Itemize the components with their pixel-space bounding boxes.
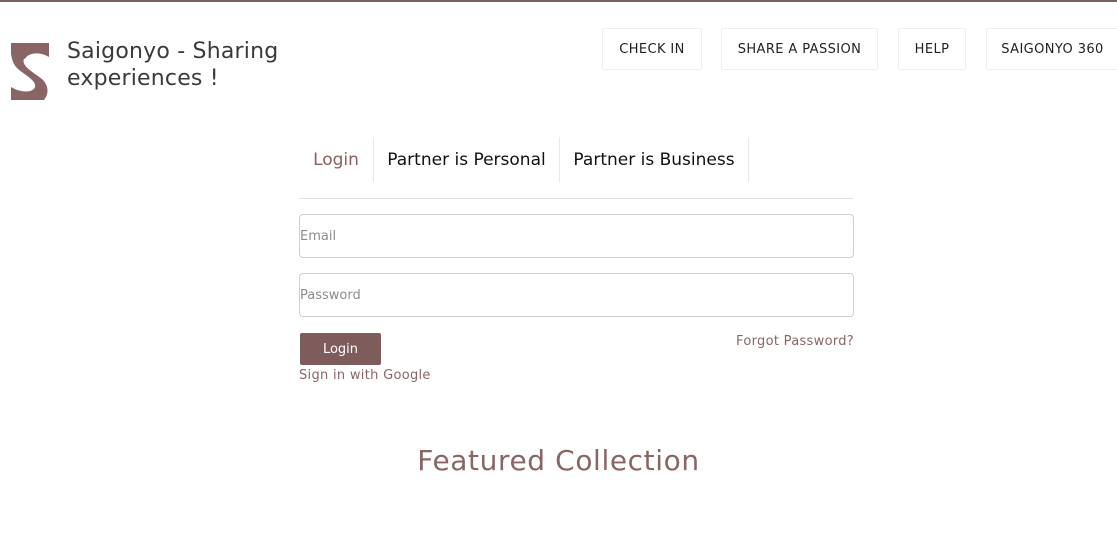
email-field[interactable] bbox=[299, 214, 854, 258]
tab-partner-business[interactable]: Partner is Business bbox=[560, 137, 749, 182]
tab-partner-personal[interactable]: Partner is Personal bbox=[374, 137, 560, 182]
top-nav: CHECK IN SHARE A PASSION HELP SAIGONYO 3… bbox=[0, 28, 1117, 70]
login-button[interactable]: Login bbox=[300, 333, 381, 365]
nav-share-a-passion-button[interactable]: SHARE A PASSION bbox=[721, 28, 878, 70]
top-accent-bar bbox=[0, 0, 1117, 2]
nav-check-in-button[interactable]: CHECK IN bbox=[602, 28, 702, 70]
auth-tabs: Login Partner is Personal Partner is Bus… bbox=[299, 137, 854, 199]
nav-saigonyo-360-button[interactable]: SAIGONYO 360 bbox=[986, 28, 1117, 70]
password-field[interactable] bbox=[299, 273, 854, 317]
nav-help-button[interactable]: HELP bbox=[898, 28, 966, 70]
google-sign-in-link[interactable]: Sign in with Google bbox=[299, 368, 431, 383]
forgot-password-link[interactable]: Forgot Password? bbox=[720, 334, 854, 349]
tab-login[interactable]: Login bbox=[299, 137, 374, 182]
featured-collection-heading: Featured Collection bbox=[417, 444, 700, 477]
